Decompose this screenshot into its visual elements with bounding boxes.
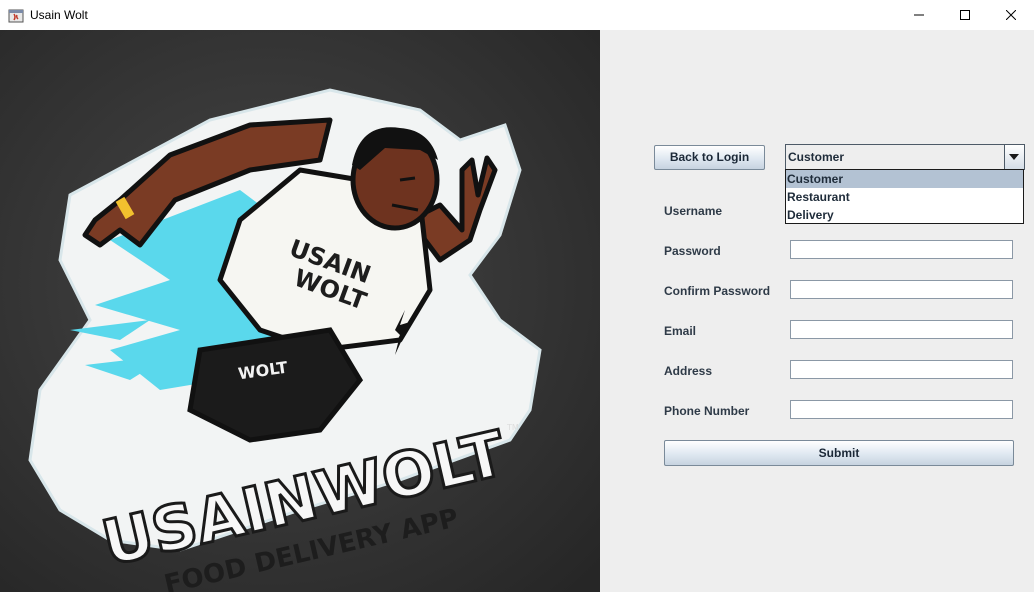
- submit-button[interactable]: Submit: [664, 440, 1014, 466]
- user-type-dropdown-list: Customer Restaurant Delivery: [785, 169, 1024, 224]
- close-icon: [1006, 10, 1016, 20]
- password-field[interactable]: [790, 240, 1013, 259]
- dropdown-arrow-button[interactable]: [1004, 145, 1024, 169]
- email-label: Email: [664, 324, 697, 338]
- logo-panel: USAIN WOLT WOLT USAINWOLT FOOD DELIVERY …: [0, 30, 600, 592]
- confirm-password-label: Confirm Password: [664, 284, 771, 298]
- java-app-icon: [8, 9, 24, 23]
- registration-form: Back to Login Customer Customer Restaura…: [600, 30, 1034, 592]
- back-to-login-button[interactable]: Back to Login: [654, 145, 765, 170]
- user-type-combobox[interactable]: Customer: [785, 144, 1025, 170]
- confirm-password-field[interactable]: [790, 280, 1013, 299]
- address-label: Address: [664, 364, 713, 378]
- user-type-option-customer[interactable]: Customer: [786, 170, 1023, 188]
- minimize-icon: [914, 14, 924, 16]
- user-type-option-delivery[interactable]: Delivery: [786, 206, 1023, 224]
- maximize-icon: [960, 10, 970, 20]
- phone-number-label: Phone Number: [664, 404, 750, 418]
- email-field[interactable]: [790, 320, 1013, 339]
- chevron-down-icon: [1009, 154, 1019, 160]
- address-field[interactable]: [790, 360, 1013, 379]
- title-bar: Usain Wolt: [0, 0, 1034, 30]
- minimize-button[interactable]: [896, 0, 942, 30]
- user-type-selected: Customer: [788, 150, 845, 164]
- password-label: Password: [664, 244, 721, 258]
- window-title: Usain Wolt: [30, 8, 88, 22]
- user-type-option-restaurant[interactable]: Restaurant: [786, 188, 1023, 206]
- close-button[interactable]: [988, 0, 1034, 30]
- phone-number-field[interactable]: [790, 400, 1013, 419]
- usain-wolt-logo: USAIN WOLT WOLT USAINWOLT FOOD DELIVERY …: [0, 30, 600, 592]
- maximize-button[interactable]: [942, 0, 988, 30]
- logo-trademark: TM: [506, 423, 519, 432]
- username-label: Username: [664, 204, 723, 218]
